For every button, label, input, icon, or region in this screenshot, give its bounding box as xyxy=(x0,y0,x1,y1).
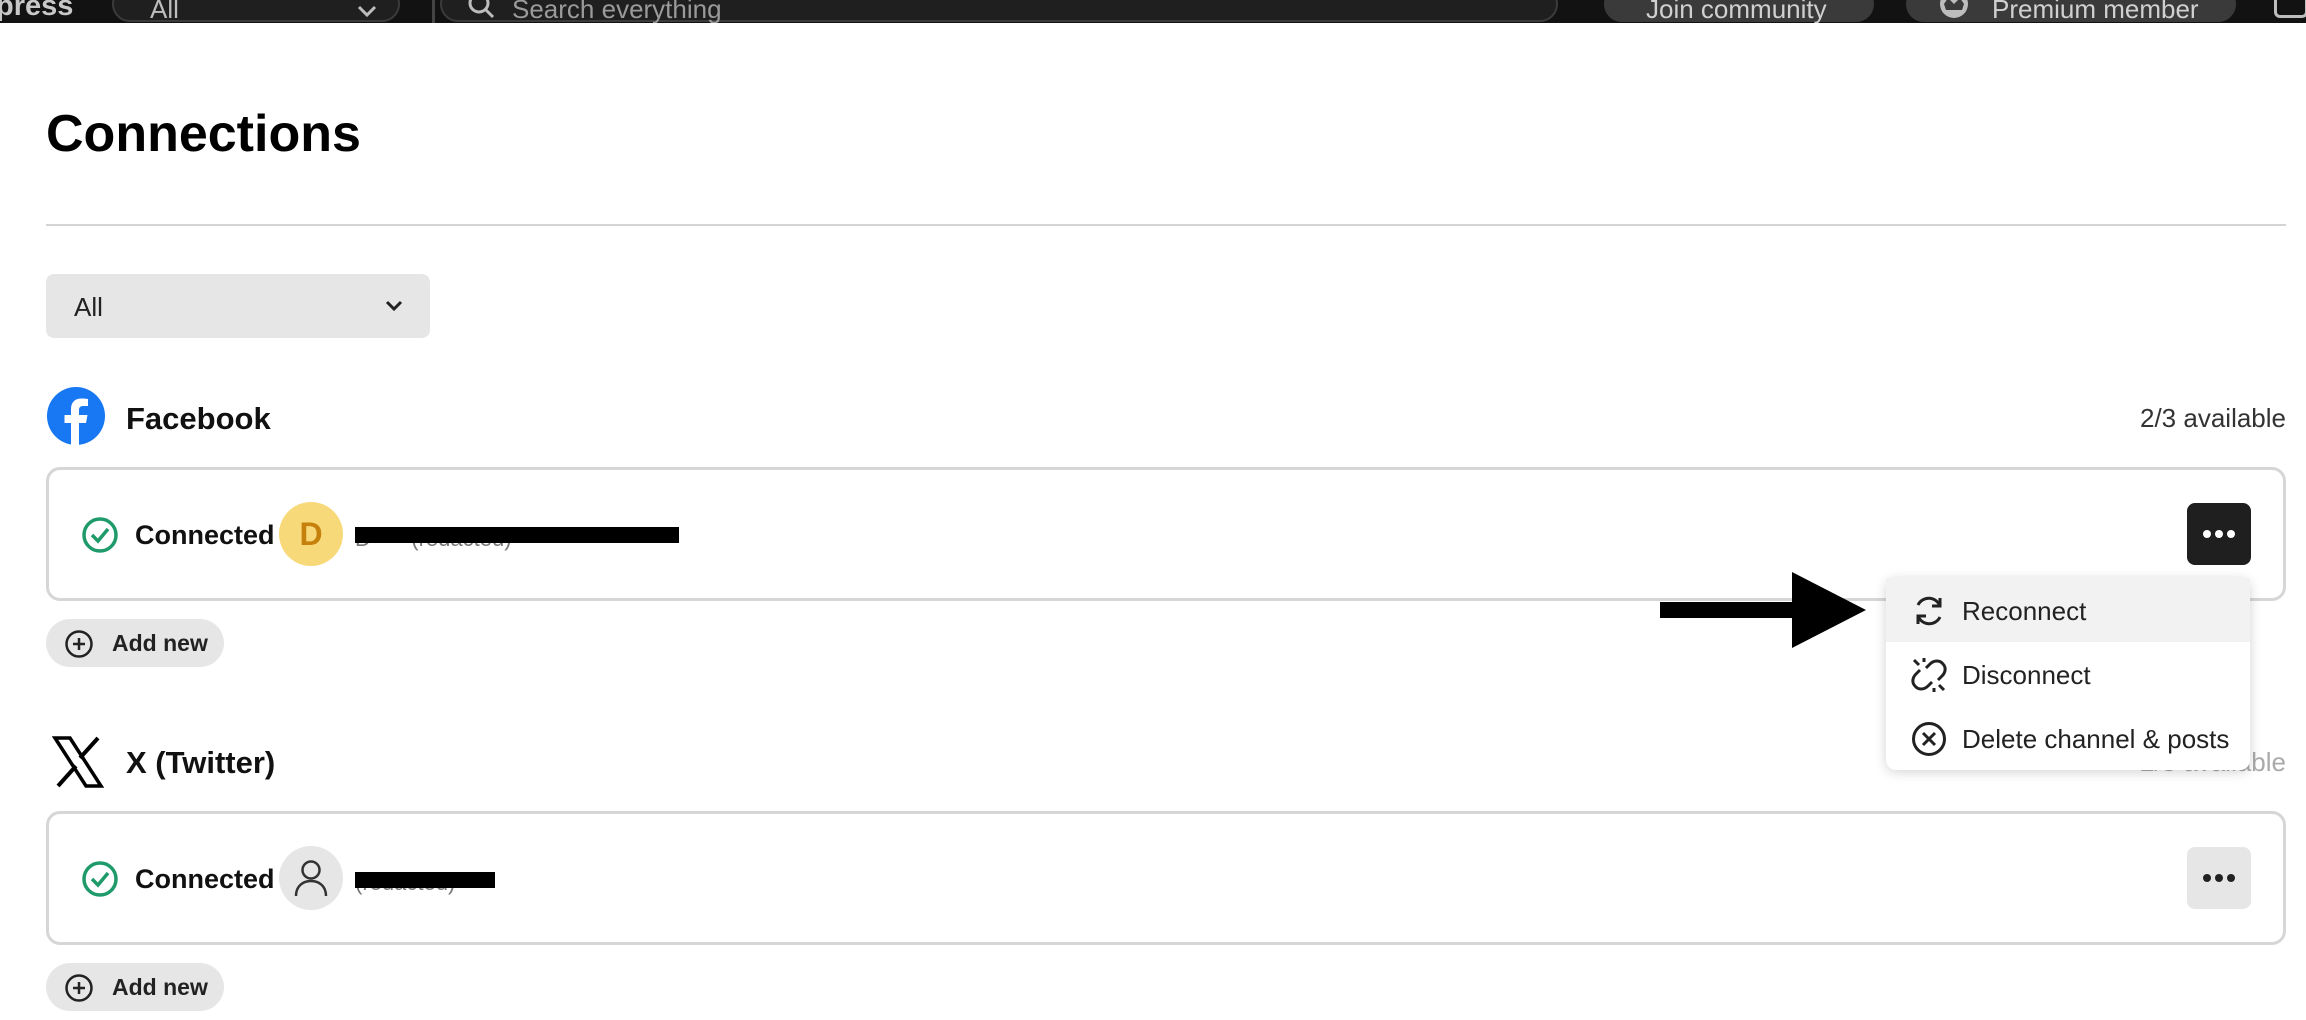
search-placeholder: Search everything xyxy=(512,0,722,23)
add-new-twitter-button[interactable]: Add new xyxy=(46,963,224,1011)
menu-item-label: Delete channel & posts xyxy=(1962,724,2230,754)
window-icon[interactable] xyxy=(2274,0,2306,18)
connection-options-menu: Reconnect Disconnect Delete channel & po… xyxy=(1886,578,2250,770)
topbar-divider xyxy=(432,0,435,23)
title-divider xyxy=(46,224,2286,226)
global-search-input[interactable]: Search everything xyxy=(440,0,1558,23)
join-community-label: Join community xyxy=(1646,0,1827,23)
platform-name: Facebook xyxy=(126,401,271,436)
facebook-section-header: Facebook 2/3 available xyxy=(46,386,2286,450)
more-options-button[interactable] xyxy=(2187,503,2251,565)
platform-filter-dropdown[interactable]: All xyxy=(46,274,430,338)
twitter-connection-card: Connected (redacted) xyxy=(46,811,2286,945)
refresh-icon xyxy=(1916,596,1942,626)
account-avatar: D xyxy=(279,502,343,566)
availability-count: 2/3 available xyxy=(2140,403,2286,433)
connected-check-icon xyxy=(81,516,119,559)
global-filter-value: All xyxy=(150,0,179,23)
chevron-down-icon xyxy=(356,0,378,23)
platform-filter-value: All xyxy=(74,292,103,322)
platform-name: X (Twitter) xyxy=(126,745,276,780)
top-navigation-bar: press All Search everything Join communi… xyxy=(0,0,2306,23)
menu-item-reconnect[interactable]: Reconnect xyxy=(1886,578,2250,642)
menu-item-label: Reconnect xyxy=(1962,596,2087,626)
more-options-button[interactable] xyxy=(2187,847,2251,909)
add-new-label: Add new xyxy=(112,974,208,1000)
menu-item-disconnect[interactable]: Disconnect xyxy=(1886,642,2250,706)
redaction-bar xyxy=(355,527,679,543)
premium-member-button[interactable]: Premium member xyxy=(1906,0,2236,23)
global-filter-select[interactable]: All xyxy=(112,0,400,23)
connection-status: Connected xyxy=(135,864,275,894)
x-logo-icon xyxy=(51,736,105,793)
user-icon xyxy=(294,860,328,897)
account-avatar xyxy=(279,846,343,910)
redaction-bar xyxy=(355,872,495,888)
plus-circle-icon xyxy=(65,630,93,658)
join-community-button[interactable]: Join community xyxy=(1604,0,1874,23)
menu-item-label: Disconnect xyxy=(1962,660,2091,690)
add-new-facebook-button[interactable]: Add new xyxy=(46,619,224,667)
connection-status: Connected xyxy=(135,520,275,550)
circle-x-icon xyxy=(1912,722,1946,756)
add-new-label: Add new xyxy=(112,630,208,656)
annotation-arrow-icon xyxy=(1660,572,1866,648)
connected-check-icon xyxy=(81,860,119,903)
brand-logo-text[interactable]: press xyxy=(0,0,73,23)
search-icon xyxy=(466,0,496,23)
chevron-down-icon xyxy=(382,294,406,323)
broken-link-icon xyxy=(1911,658,1947,692)
menu-item-delete-channel[interactable]: Delete channel & posts xyxy=(1886,706,2250,770)
page-title: Connections xyxy=(46,105,361,163)
plus-circle-icon xyxy=(65,974,93,1002)
crown-badge-icon xyxy=(1934,0,1974,23)
premium-member-label: Premium member xyxy=(1992,0,2199,23)
facebook-icon xyxy=(46,386,106,451)
